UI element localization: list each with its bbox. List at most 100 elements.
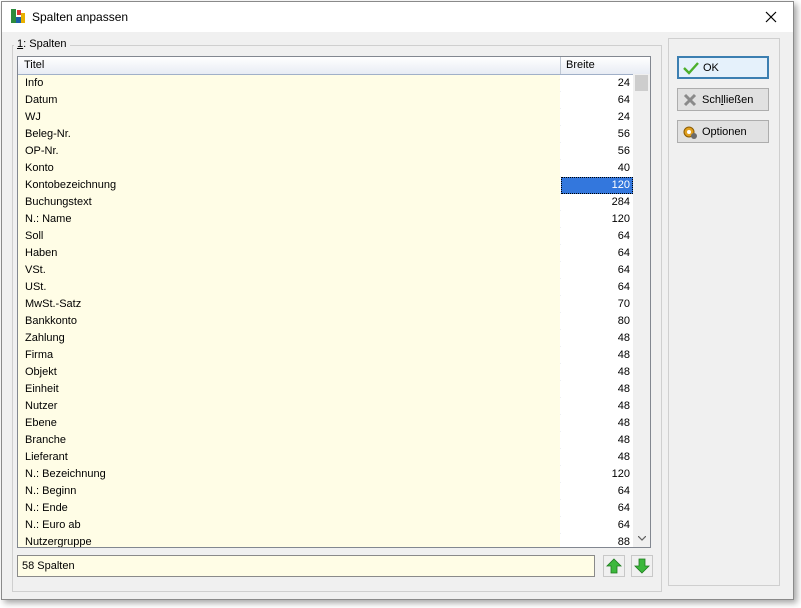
table-row[interactable]: Lieferant 48 <box>18 449 633 466</box>
column-width-cell[interactable]: 48 <box>561 330 633 347</box>
column-title-cell[interactable]: MwSt.-Satz <box>18 296 560 313</box>
column-width-cell[interactable]: 70 <box>561 296 633 313</box>
column-width-cell[interactable]: 64 <box>561 500 633 517</box>
column-width-cell[interactable]: 64 <box>561 262 633 279</box>
column-title-cell[interactable]: Ebene <box>18 415 560 432</box>
table-row[interactable]: Datum 64 <box>18 92 633 109</box>
table-row[interactable]: Konto 40 <box>18 160 633 177</box>
column-title-cell[interactable]: N.: Ende <box>18 500 560 517</box>
column-header-title[interactable]: Titel <box>18 57 561 74</box>
column-title-cell[interactable]: VSt. <box>18 262 560 279</box>
column-width-cell[interactable]: 24 <box>561 109 633 126</box>
close-window-button[interactable] <box>749 2 793 32</box>
column-title-cell[interactable]: USt. <box>18 279 560 296</box>
column-width-cell[interactable]: 48 <box>561 449 633 466</box>
column-width-cell[interactable]: 48 <box>561 347 633 364</box>
column-width-cell[interactable]: 284 <box>561 194 633 211</box>
move-up-button[interactable] <box>603 555 625 577</box>
column-width-cell[interactable]: 64 <box>561 228 633 245</box>
table-row[interactable]: VSt. 64 <box>18 262 633 279</box>
column-width-cell[interactable]: 64 <box>561 279 633 296</box>
column-width-cell[interactable]: 48 <box>561 415 633 432</box>
table-row[interactable]: Info 24 <box>18 75 633 92</box>
arrow-up-icon <box>606 558 622 574</box>
column-width-cell[interactable]: 64 <box>561 92 633 109</box>
table-row[interactable]: Soll 64 <box>18 228 633 245</box>
column-width-cell[interactable]: 24 <box>561 75 633 92</box>
column-width-cell[interactable]: 88 <box>561 534 633 547</box>
column-title-cell[interactable]: OP-Nr. <box>18 143 560 160</box>
column-width-cell[interactable]: 64 <box>561 483 633 500</box>
column-width-cell[interactable]: 120 <box>561 211 633 228</box>
close-button[interactable]: Schlließen <box>677 88 769 111</box>
column-title-cell[interactable]: Konto <box>18 160 560 177</box>
vertical-scrollbar[interactable] <box>633 74 650 547</box>
column-width-cell[interactable]: 120 <box>561 177 633 194</box>
title-bar[interactable]: Spalten anpassen <box>2 2 793 32</box>
table-row[interactable]: N.: Euro ab 64 <box>18 517 633 534</box>
table-row[interactable]: N.: Beginn 64 <box>18 483 633 500</box>
columns-list[interactable]: Titel Breite Info 24 Datum 64 WJ 24 Beleg-Nr. 5… <box>17 56 651 548</box>
table-row[interactable]: Kontobezeichnung 120 <box>18 177 633 194</box>
column-title-cell[interactable]: Firma <box>18 347 560 364</box>
scrollbar-thumb[interactable] <box>635 75 648 91</box>
table-row[interactable]: Nutzergruppe 88 <box>18 534 633 547</box>
options-button[interactable]: Optionen <box>677 120 769 143</box>
table-row[interactable]: MwSt.-Satz 70 <box>18 296 633 313</box>
table-row[interactable]: N.: Ende 64 <box>18 500 633 517</box>
column-width-cell[interactable]: 40 <box>561 160 633 177</box>
column-title-cell[interactable]: Buchungstext <box>18 194 560 211</box>
column-title-cell[interactable]: WJ <box>18 109 560 126</box>
column-width-cell[interactable]: 48 <box>561 432 633 449</box>
window-title: Spalten anpassen <box>32 10 129 24</box>
move-down-button[interactable] <box>631 555 653 577</box>
table-row[interactable]: WJ 24 <box>18 109 633 126</box>
column-width-cell[interactable]: 48 <box>561 364 633 381</box>
column-title-cell[interactable]: N.: Name <box>18 211 560 228</box>
table-row[interactable]: Objekt 48 <box>18 364 633 381</box>
column-title-cell[interactable]: N.: Beginn <box>18 483 560 500</box>
column-title-cell[interactable]: Lieferant <box>18 449 560 466</box>
table-row[interactable]: Haben 64 <box>18 245 633 262</box>
column-title-cell[interactable]: Datum <box>18 92 560 109</box>
column-width-cell[interactable]: 56 <box>561 126 633 143</box>
table-row[interactable]: Firma 48 <box>18 347 633 364</box>
list-rows: Info 24 Datum 64 WJ 24 Beleg-Nr. 56 OP-Nr. 56 Kont… <box>18 75 633 547</box>
column-title-cell[interactable]: Objekt <box>18 364 560 381</box>
table-row[interactable]: Einheit 48 <box>18 381 633 398</box>
ok-button[interactable]: OK <box>677 56 769 79</box>
column-title-cell[interactable]: Soll <box>18 228 560 245</box>
table-row[interactable]: N.: Bezeichnung 120 <box>18 466 633 483</box>
column-title-cell[interactable]: Branche <box>18 432 560 449</box>
column-title-cell[interactable]: Einheit <box>18 381 560 398</box>
table-row[interactable]: OP-Nr. 56 <box>18 143 633 160</box>
column-header-width[interactable]: Breite <box>561 57 633 74</box>
column-title-cell[interactable]: Haben <box>18 245 560 262</box>
column-title-cell[interactable]: Info <box>18 75 560 92</box>
table-row[interactable]: Zahlung 48 <box>18 330 633 347</box>
column-title-cell[interactable]: Zahlung <box>18 330 560 347</box>
table-row[interactable]: Beleg-Nr. 56 <box>18 126 633 143</box>
column-width-cell[interactable]: 120 <box>561 466 633 483</box>
column-title-cell[interactable]: N.: Euro ab <box>18 517 560 534</box>
column-title-cell[interactable]: Beleg-Nr. <box>18 126 560 143</box>
table-row[interactable]: USt. 64 <box>18 279 633 296</box>
table-row[interactable]: Branche 48 <box>18 432 633 449</box>
table-row[interactable]: N.: Name 120 <box>18 211 633 228</box>
column-width-cell[interactable]: 48 <box>561 381 633 398</box>
column-title-cell[interactable]: N.: Bezeichnung <box>18 466 560 483</box>
column-title-cell[interactable]: Nutzer <box>18 398 560 415</box>
column-width-cell[interactable]: 80 <box>561 313 633 330</box>
column-width-cell[interactable]: 48 <box>561 398 633 415</box>
column-title-cell[interactable]: Bankkonto <box>18 313 560 330</box>
column-width-cell[interactable]: 64 <box>561 517 633 534</box>
column-width-cell[interactable]: 64 <box>561 245 633 262</box>
table-row[interactable]: Bankkonto 80 <box>18 313 633 330</box>
table-row[interactable]: Buchungstext 284 <box>18 194 633 211</box>
table-row[interactable]: Ebene 48 <box>18 415 633 432</box>
scroll-down-button[interactable] <box>633 530 650 547</box>
column-title-cell[interactable]: Nutzergruppe <box>18 534 560 547</box>
column-width-cell[interactable]: 56 <box>561 143 633 160</box>
column-title-cell[interactable]: Kontobezeichnung <box>18 177 560 194</box>
table-row[interactable]: Nutzer 48 <box>18 398 633 415</box>
